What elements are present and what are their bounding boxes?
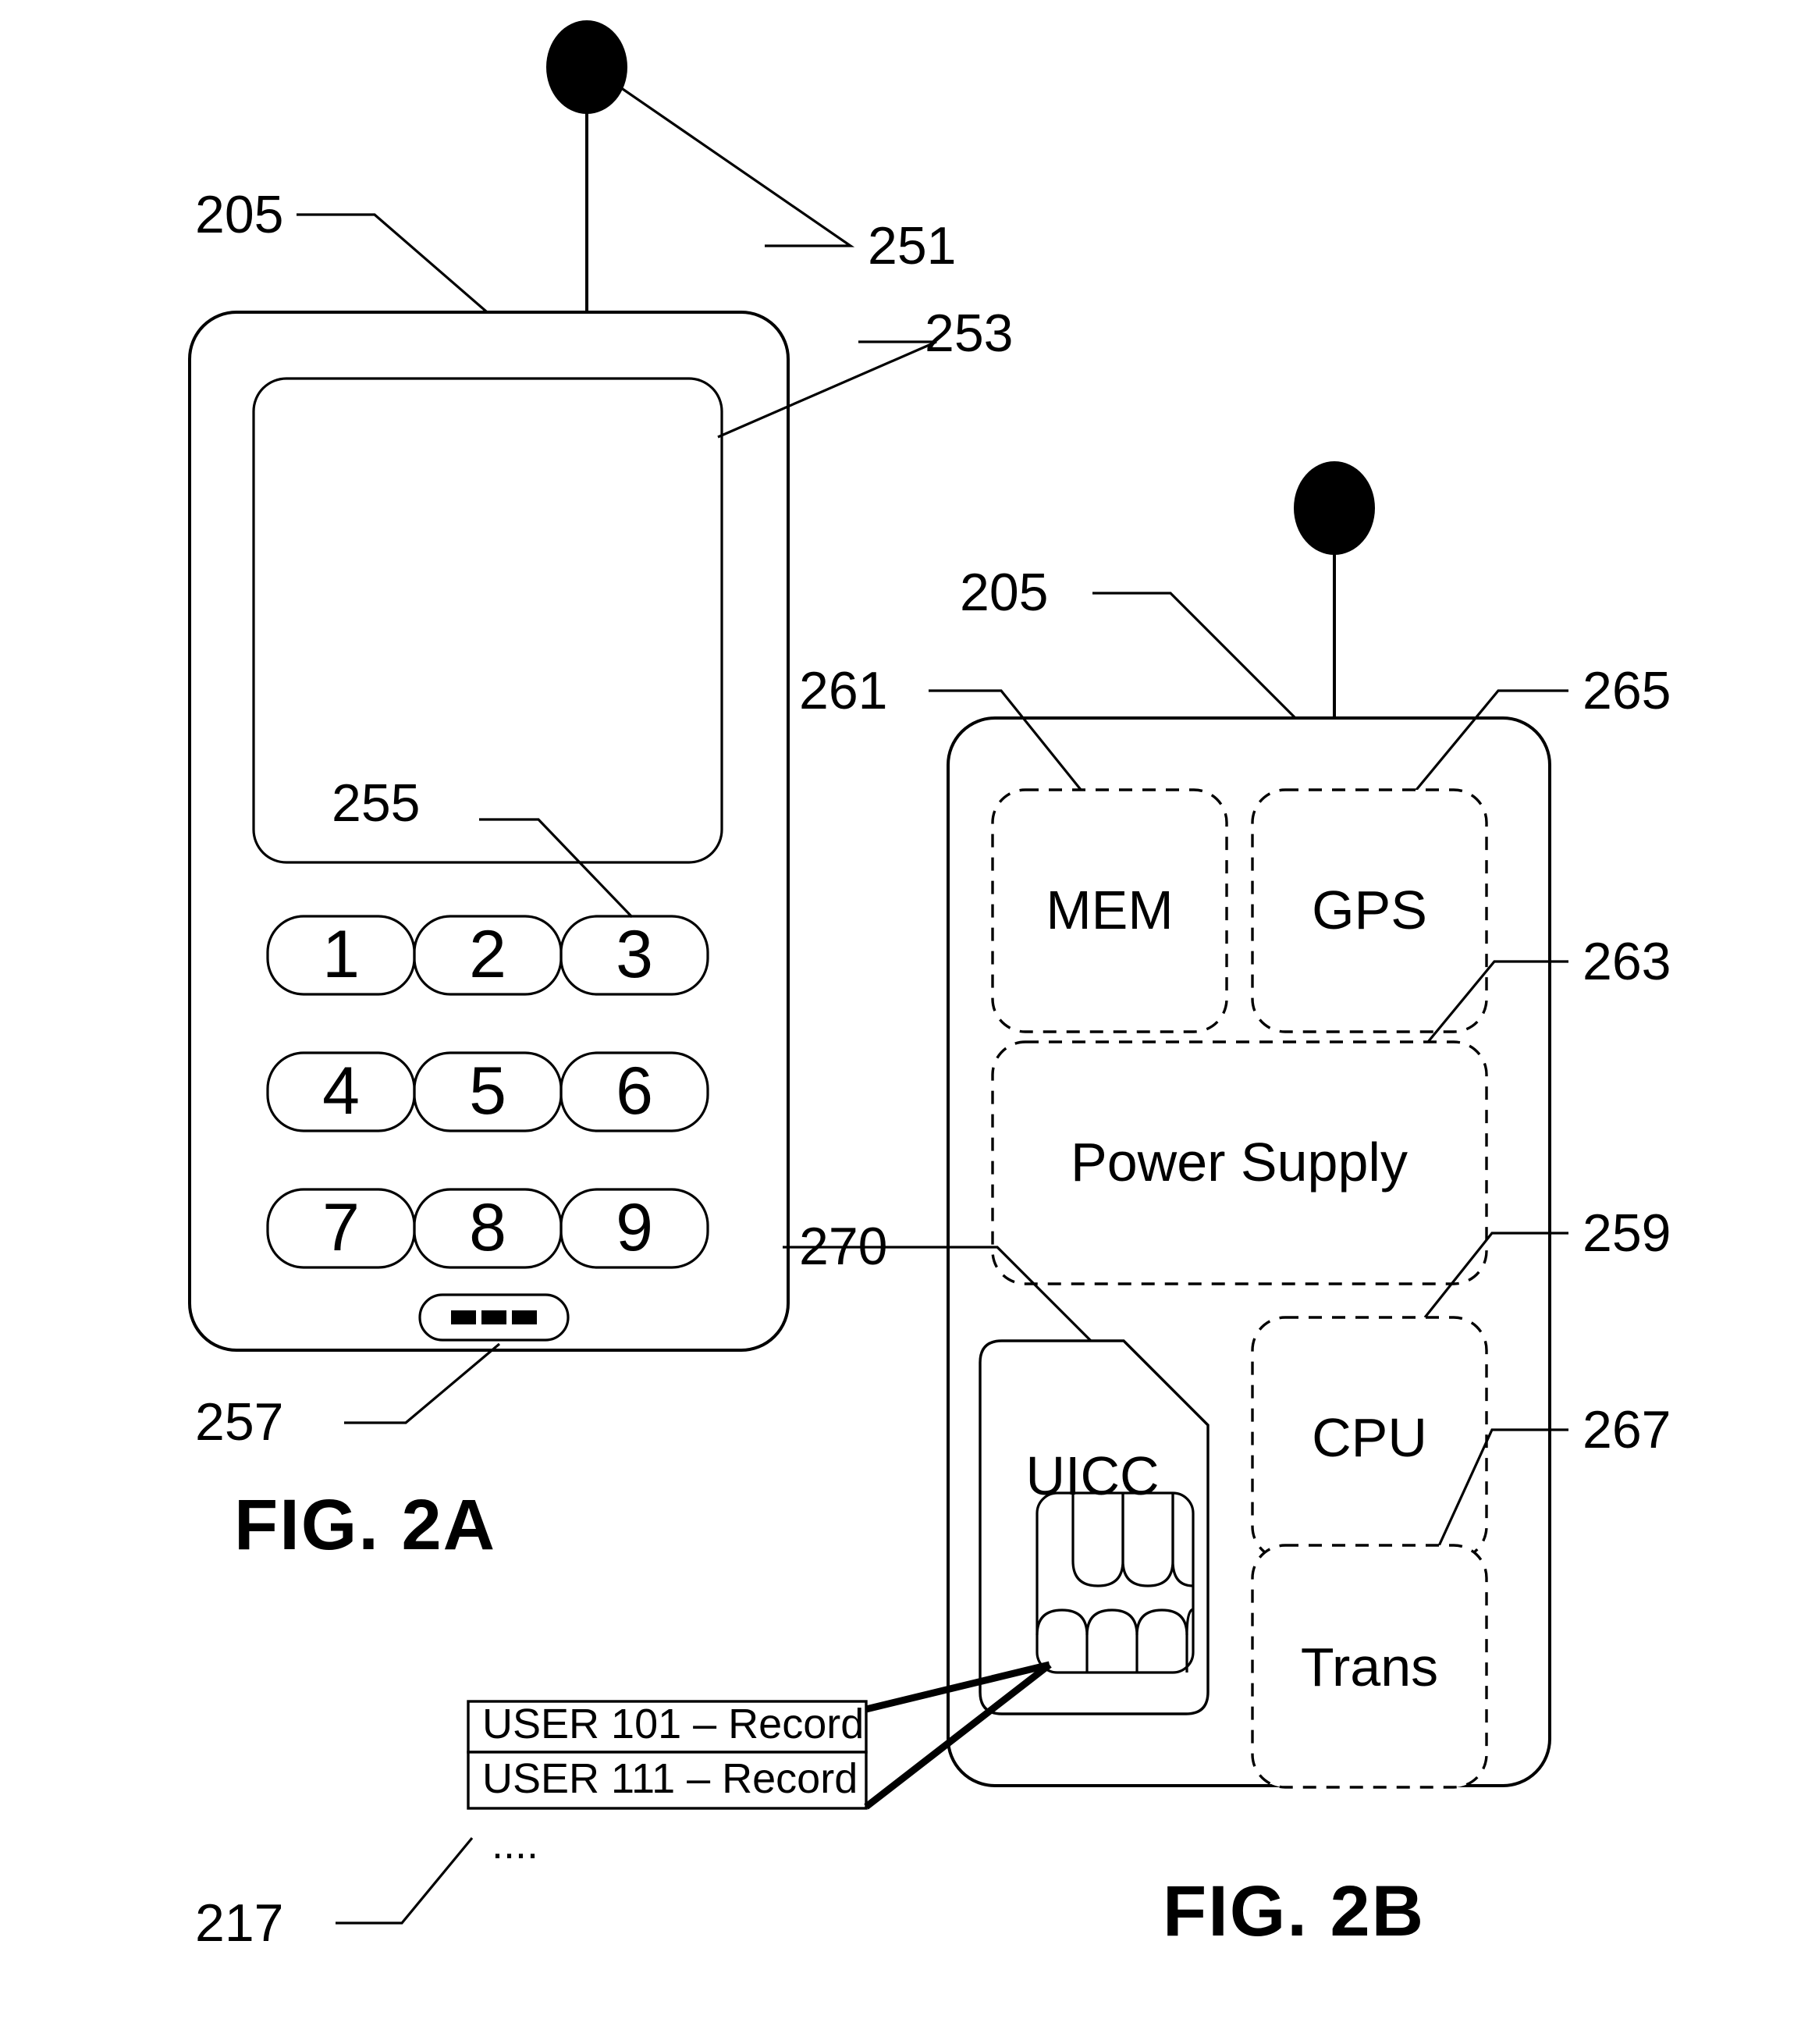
leader-line-205-2a (297, 213, 493, 318)
keypad-row-1: 1 2 3 (266, 915, 709, 996)
keypad-key-8-label: 8 (469, 1190, 506, 1265)
patent-figure-sheet: 251 205 253 255 1 2 3 4 5 6 7 8 9 257 FI… (0, 0, 1801, 2044)
ref-numeral-251: 251 (868, 216, 956, 275)
record-row-1-label: USER 111 – Record (482, 1755, 858, 1802)
block-trans-label: Trans (1301, 1637, 1438, 1697)
block-power-supply: Power Supply (991, 1040, 1488, 1285)
ref-numeral-263: 263 (1583, 932, 1671, 991)
keypad-row-3: 7 8 9 (266, 1188, 709, 1269)
ref-numeral-217: 217 (195, 1893, 283, 1953)
antenna-2b (1294, 461, 1375, 718)
function-key-dash-1-icon (451, 1310, 476, 1324)
ref-numeral-259: 259 (1583, 1203, 1671, 1263)
keypad-key-5-label: 5 (469, 1054, 506, 1129)
block-trans: Trans (1251, 1544, 1488, 1789)
figure-caption-2b: FIG. 2B (1163, 1872, 1425, 1951)
function-key-dash-3-icon (512, 1310, 537, 1324)
antenna-2a (546, 20, 627, 312)
ref-numeral-255: 255 (332, 773, 420, 833)
keypad-key-1-label: 1 (322, 917, 360, 992)
ref-numeral-267: 267 (1583, 1400, 1671, 1459)
record-table-217: USER 101 – Record USER 111 – Record (467, 1700, 868, 1810)
ref-numeral-265: 265 (1583, 661, 1671, 720)
keypad-key-3-label: 3 (616, 917, 653, 992)
block-mem: MEM (991, 788, 1228, 1033)
keypad-key-6-label: 6 (616, 1054, 653, 1129)
ref-numeral-205-fig2a: 205 (195, 185, 283, 244)
ref-numeral-205-fig2b: 205 (960, 563, 1048, 622)
block-cpu: CPU (1251, 1316, 1488, 1561)
leader-line-257 (344, 1342, 501, 1424)
record-table-continuation: .... (492, 1821, 538, 1868)
function-key-dash-2-icon (481, 1310, 506, 1324)
block-mem-label: MEM (1046, 880, 1173, 940)
figure-2a-group: 251 205 253 255 1 2 3 4 5 6 7 8 9 257 FI… (188, 20, 1013, 1565)
keypad-key-9-label: 9 (616, 1190, 653, 1265)
keypad-key-2-label: 2 (469, 917, 506, 992)
block-cpu-label: CPU (1312, 1407, 1427, 1468)
ref-numeral-253: 253 (925, 304, 1013, 363)
block-gps-label: GPS (1312, 880, 1427, 940)
leader-line-217 (336, 1836, 474, 1925)
keypad-key-7-label: 7 (322, 1190, 360, 1265)
ref-numeral-261: 261 (799, 661, 887, 720)
keypad-row-2: 4 5 6 (266, 1051, 709, 1132)
ref-numeral-257: 257 (195, 1392, 283, 1452)
leader-line-205-2b (1092, 592, 1297, 720)
block-gps: GPS (1251, 788, 1488, 1033)
antenna-ball-2b-icon (1294, 461, 1375, 555)
record-row-0-label: USER 101 – Record (482, 1701, 864, 1747)
antenna-ball-icon (546, 20, 627, 114)
ref-numeral-270: 270 (799, 1217, 887, 1276)
block-power-supply-label: Power Supply (1071, 1132, 1408, 1193)
leader-line-251 (620, 86, 855, 247)
keypad-key-4-label: 4 (322, 1054, 360, 1129)
figure-caption-2a: FIG. 2A (234, 1485, 496, 1565)
block-uicc: UICC (979, 1339, 1210, 1715)
figure-canvas: 251 205 253 255 1 2 3 4 5 6 7 8 9 257 FI… (188, 20, 1671, 1953)
